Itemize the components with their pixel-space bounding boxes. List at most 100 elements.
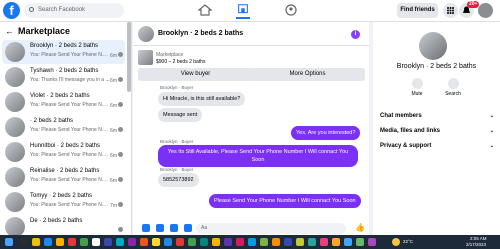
marketplace-inbox-sidebar: ← Marketplace Brooklyn · 2 beds 2 baths Yo… bbox=[0, 22, 132, 235]
taskbar-app-icon[interactable] bbox=[188, 238, 196, 246]
taskbar-app-icon[interactable] bbox=[128, 238, 136, 246]
message-bubble-outgoing[interactable]: Yes, Are you interested? bbox=[291, 126, 361, 140]
microphone-icon[interactable] bbox=[142, 224, 150, 232]
message-bubble-outgoing[interactable]: Please Send Your Phone Number I Will con… bbox=[209, 194, 361, 208]
taskbar-app-icon[interactable] bbox=[224, 238, 232, 246]
conversation-item[interactable]: Tomyy · 2 beds 2 baths You: Please Send Y… bbox=[2, 190, 125, 214]
conversation-avatar[interactable] bbox=[419, 32, 447, 60]
weather-icon[interactable] bbox=[392, 238, 400, 246]
listing-thumbnail bbox=[138, 50, 153, 65]
seen-avatar-icon bbox=[118, 52, 123, 57]
taskbar-app-icon[interactable] bbox=[152, 238, 160, 246]
marketplace-icon[interactable] bbox=[236, 3, 250, 19]
conversation-snippet: You: Please Send Your Phone N... bbox=[30, 202, 106, 208]
image-icon[interactable] bbox=[156, 224, 164, 232]
message-bubble-outgoing[interactable]: Yes Its Still Available, Please Send You… bbox=[158, 145, 358, 167]
conversation-snippet: You: Please Send Your Phone N... bbox=[30, 52, 106, 58]
message-sender: Brooklyn · Buyer bbox=[160, 85, 194, 90]
chat-header: Brooklyn · 2 beds 2 baths i bbox=[133, 22, 369, 46]
sidebar-header: ← Marketplace bbox=[5, 26, 70, 36]
privacy-support-row[interactable]: Privacy & support ⌄ bbox=[380, 143, 494, 149]
media-files-links-row[interactable]: Media, files and links ⌄ bbox=[380, 128, 494, 134]
message-input[interactable]: Aa bbox=[196, 223, 346, 234]
conversation-item[interactable]: De · 2 beds 2 baths bbox=[2, 215, 125, 235]
seen-avatar-icon bbox=[118, 227, 123, 232]
taskbar-app-icon[interactable] bbox=[212, 238, 220, 246]
account-avatar[interactable] bbox=[478, 3, 493, 18]
message-bubble-incoming[interactable]: Message sent bbox=[158, 108, 203, 122]
taskbar-app-icon[interactable] bbox=[296, 238, 304, 246]
conversation-time: · 6m bbox=[107, 178, 117, 184]
listing-price: $900 – 2 beds 2 baths bbox=[156, 59, 206, 65]
conversation-snippet: You: Please Send Your Phone N... bbox=[30, 152, 106, 158]
facebook-logo[interactable]: f bbox=[3, 2, 20, 19]
chat-window: Brooklyn · 2 beds 2 baths i Marketplace … bbox=[133, 22, 369, 235]
search-input[interactable]: Search Facebook bbox=[24, 3, 124, 18]
temperature: 22°C bbox=[403, 239, 414, 244]
taskbar-app-icon[interactable] bbox=[80, 238, 88, 246]
taskbar-app-icon[interactable] bbox=[344, 238, 352, 246]
taskbar-app-icon[interactable] bbox=[140, 238, 148, 246]
conversation-item[interactable]: Tyshawn · 2 beds 2 baths You: Thanks I'll… bbox=[2, 65, 125, 89]
taskbar-app-icon[interactable] bbox=[44, 238, 52, 246]
mute-button[interactable]: Mute bbox=[403, 78, 431, 97]
back-arrow-icon[interactable]: ← bbox=[5, 26, 14, 36]
conversation-item[interactable]: Hunnitboi · 2 beds 2 baths You: Please Se… bbox=[2, 140, 125, 164]
find-friends-button[interactable]: Find friends bbox=[397, 3, 438, 18]
taskbar-app-icon[interactable] bbox=[236, 238, 244, 246]
conversation-item[interactable]: Brooklyn · 2 beds 2 baths You: Please Sen… bbox=[2, 40, 125, 64]
conversation-thumbnail bbox=[5, 192, 25, 212]
conversation-time: · 7m bbox=[107, 203, 117, 209]
conversation-item[interactable]: Violet · 2 beds 2 baths You: Please Send … bbox=[2, 90, 125, 114]
taskbar-app-icon[interactable] bbox=[32, 238, 40, 246]
chat-avatar[interactable] bbox=[138, 26, 154, 42]
section-label: Privacy & support bbox=[380, 143, 432, 149]
message-bubble-incoming[interactable]: 5852573892 bbox=[158, 173, 199, 187]
conversation-thumbnail bbox=[5, 67, 25, 87]
more-options-button[interactable]: More Options bbox=[250, 68, 365, 81]
message-sender: Brooklyn · Buyer bbox=[160, 139, 194, 144]
taskbar-app-icon[interactable] bbox=[248, 238, 256, 246]
taskbar-app-icon[interactable] bbox=[260, 238, 268, 246]
taskbar-app-icon[interactable] bbox=[368, 238, 376, 246]
conversation-item[interactable]: · 2 beds 2 baths You: Please Send Your Ph… bbox=[2, 115, 125, 139]
chat-title[interactable]: Brooklyn · 2 beds 2 baths bbox=[158, 30, 243, 37]
groups-icon[interactable] bbox=[284, 4, 298, 16]
taskbar-app-icon[interactable] bbox=[200, 238, 208, 246]
taskbar-app-icon[interactable] bbox=[356, 238, 364, 246]
chat-members-row[interactable]: Chat members ⌄ bbox=[380, 113, 494, 119]
conversation-name: Hunnitboi · 2 beds 2 baths bbox=[30, 143, 101, 149]
taskbar-app-icon[interactable] bbox=[92, 238, 100, 246]
clock-date: 2/17/2023 bbox=[466, 242, 487, 247]
gif-icon[interactable] bbox=[184, 224, 192, 232]
sidebar-scrollbar[interactable] bbox=[127, 22, 131, 92]
taskbar-app-icon[interactable] bbox=[104, 238, 112, 246]
taskbar-app-icon[interactable] bbox=[116, 238, 124, 246]
taskbar-app-icon[interactable] bbox=[68, 238, 76, 246]
taskbar-app-icon[interactable] bbox=[320, 238, 328, 246]
thumbs-up-icon[interactable]: 👍 bbox=[355, 223, 365, 232]
info-icon[interactable]: i bbox=[351, 30, 360, 39]
taskbar-app-icon[interactable] bbox=[284, 238, 292, 246]
taskbar-app-icon[interactable] bbox=[308, 238, 316, 246]
chevron-down-icon: ⌄ bbox=[489, 143, 494, 149]
sticker-icon[interactable] bbox=[170, 224, 178, 232]
clock-time: 2:05 AM bbox=[470, 236, 487, 241]
taskbar-app-icon[interactable] bbox=[176, 238, 184, 246]
mute-label: Mute bbox=[411, 91, 423, 97]
view-buyer-button[interactable]: View buyer bbox=[138, 68, 253, 81]
home-icon[interactable] bbox=[198, 4, 212, 16]
conversation-item[interactable]: Reinalise · 2 beds 2 baths You: Please Se… bbox=[2, 165, 125, 189]
taskbar-app-icon[interactable] bbox=[20, 238, 28, 246]
conversation-name: Violet · 2 beds 2 baths bbox=[30, 93, 90, 99]
windows-start-icon[interactable] bbox=[5, 238, 13, 246]
search-conversation-button[interactable]: Search bbox=[439, 78, 467, 97]
menu-button[interactable] bbox=[443, 3, 458, 18]
message-bubble-incoming[interactable]: Hi Miracle, is this still available? bbox=[158, 92, 246, 106]
conversation-thumbnail bbox=[5, 217, 25, 235]
taskbar-app-icon[interactable] bbox=[164, 238, 172, 246]
conversation-name: · 2 beds 2 baths bbox=[30, 118, 74, 124]
taskbar-app-icon[interactable] bbox=[272, 238, 280, 246]
taskbar-app-icon[interactable] bbox=[56, 238, 64, 246]
taskbar-app-icon[interactable] bbox=[332, 238, 340, 246]
